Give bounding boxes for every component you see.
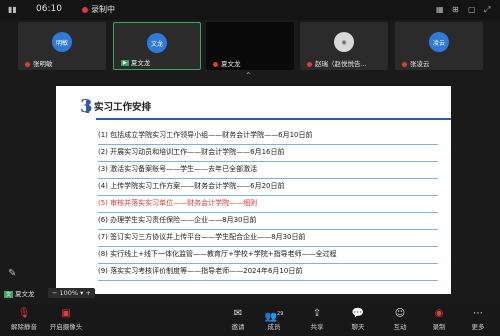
- grid-icon[interactable]: ⊞: [452, 5, 459, 14]
- invite-icon: ✉: [233, 308, 243, 319]
- invite-button[interactable]: ✉ 邀请: [218, 307, 258, 331]
- share-icon: ⇪: [312, 308, 322, 319]
- list-item: (9) 落实实习考核评价制度等——指导老师——2024年6月10日前: [98, 264, 438, 281]
- camera-icon: ▶: [121, 60, 129, 66]
- self-view-badge: 文: [4, 291, 14, 298]
- clock: 06:10: [36, 4, 62, 14]
- more-icon: ⋯: [473, 308, 483, 319]
- participant-tile[interactable]: 夏文龙: [206, 22, 294, 70]
- mic-muted-icon: [402, 61, 407, 67]
- mic-muted-icon: [25, 61, 30, 67]
- mic-muted-icon: 🎙: [17, 308, 31, 319]
- participant-name: 赵瑞（赵悦悦告...: [315, 60, 367, 68]
- layout-icon[interactable]: ▦: [436, 5, 444, 14]
- interact-button[interactable]: ☺ 互动: [380, 307, 420, 331]
- chevron-up-icon[interactable]: ⌃: [245, 71, 252, 80]
- avatar: ◉: [334, 32, 354, 52]
- participant-strip: 明敏 张明敏 文龙 ▶ 夏文龙 夏文龙 ◉ 赵瑞（赵悦悦告... 凌云 张凌云: [0, 22, 500, 72]
- mic-muted-icon: [307, 61, 312, 67]
- participant-tile-active[interactable]: 文龙 ▶ 夏文龙: [113, 22, 201, 70]
- title-underline: [96, 118, 451, 120]
- list-item-highlighted: (5) 审核并落实实习单位——财务会计学院——细则: [98, 196, 438, 213]
- list-item: (6) 办理学生实习责任保险——企业——8月30日前: [98, 213, 438, 230]
- list-item: (7) 签订实习三方协议并上传平台——学生配合企业——8月30日前: [98, 230, 438, 247]
- record-icon: ◉: [434, 308, 444, 319]
- participant-tile[interactable]: 凌云 张凌云: [395, 22, 483, 70]
- unmute-button[interactable]: 🎙 解除静音: [4, 307, 44, 331]
- list-item: (4) 上传学院实习工作方案——财务会计学院——6月20日前: [98, 179, 438, 196]
- share-button[interactable]: ⇪ 共享: [297, 307, 337, 331]
- annotation-icon[interactable]: ✎: [8, 268, 22, 282]
- record-dot-icon: [82, 6, 88, 13]
- mic-muted-icon: [213, 61, 218, 67]
- interact-icon: ☺: [394, 308, 406, 319]
- avatar: 文龙: [147, 33, 167, 53]
- participant-name: 张明敏: [33, 60, 53, 68]
- meeting-toolbar: 🎙 解除静音 ▣ 开启摄像头 ✉ 邀请 👥29 成员 ⇪ 共享 💬 聊天 ☺ 互动 ◉ 录制 ⋯…: [0, 304, 500, 336]
- window-icon[interactable]: ▢: [468, 5, 476, 14]
- avatar: 明敏: [52, 32, 72, 52]
- list-item: (3) 激活实习备案账号——学生——去年已全部激活: [98, 162, 438, 179]
- record-button[interactable]: ◉ 录制: [419, 307, 459, 331]
- list-item: (2) 开展实习动员和培训工作——财会计学院——6月16日前: [98, 145, 438, 162]
- avatar: 凌云: [429, 32, 449, 52]
- recording-indicator[interactable]: 录制中: [82, 4, 115, 15]
- shared-slide: 3 实习工作安排 (1) 包括成立学院实习工作领导小组——财务会计学院——6月1…: [56, 86, 451, 294]
- participant-name: 夏文龙: [221, 60, 241, 68]
- start-camera-button[interactable]: ▣ 开启摄像头: [46, 307, 86, 331]
- signal-icon: ▮▮: [8, 5, 17, 14]
- self-view-name: 夏文龙: [15, 290, 35, 298]
- participant-name: 张凌云: [410, 60, 430, 68]
- members-button[interactable]: 👥29 成员: [254, 307, 294, 331]
- zoom-control[interactable]: − 100% ▾ +: [48, 288, 95, 298]
- more-button[interactable]: ⋯ 更多: [458, 307, 498, 331]
- title-accent: [86, 101, 89, 113]
- participant-tile[interactable]: ◉ 赵瑞（赵悦悦告...: [300, 22, 388, 70]
- list-item: (8) 实行线上+线下一体化监管——教育厅+学校+学院+指导老师——全过程: [98, 247, 438, 264]
- members-icon: 👥29: [264, 311, 284, 323]
- camera-off-icon: ▣: [61, 308, 71, 319]
- expand-icon[interactable]: ⤢: [484, 5, 490, 15]
- participant-name: 夏文龙: [130, 59, 151, 67]
- slide-title: 实习工作安排: [94, 102, 152, 113]
- self-view-label[interactable]: 文夏文龙: [4, 288, 35, 298]
- participant-tile[interactable]: 明敏 张明敏: [18, 22, 106, 70]
- zoom-level: 100%: [59, 289, 79, 297]
- chat-button[interactable]: 💬 聊天: [338, 307, 378, 331]
- status-bar: ▮▮ 06:10 录制中 ▦ ⊞ ▢ ⤢: [0, 0, 500, 20]
- chat-icon: 💬: [351, 308, 365, 319]
- list-item: (1) 包括成立学院实习工作领导小组——财务会计学院——6月10日前: [98, 128, 438, 145]
